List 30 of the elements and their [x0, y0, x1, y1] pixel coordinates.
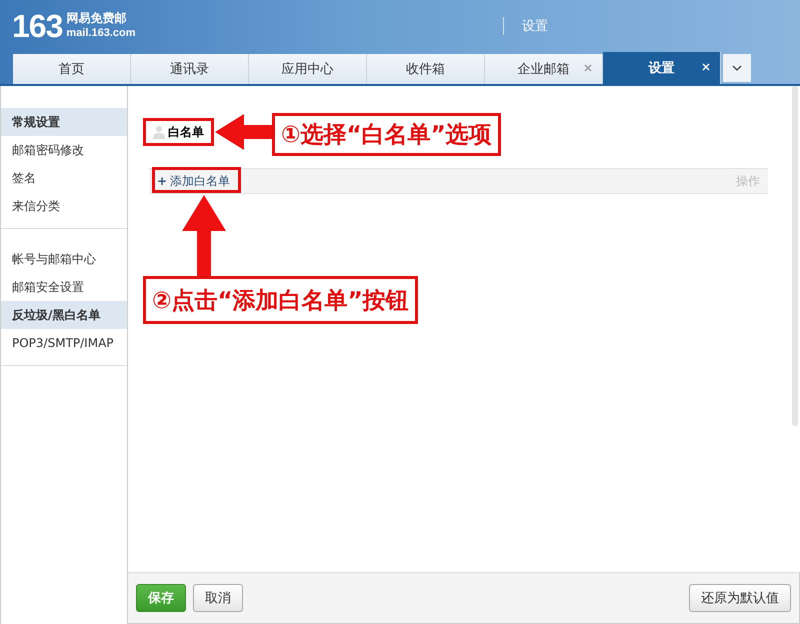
page-title: 设置 — [503, 17, 548, 35]
tab[interactable]: 首页 — [13, 54, 131, 84]
button[interactable]: 还原为默认值 — [689, 584, 791, 612]
domain-text: mail.163.com — [66, 26, 136, 41]
logo: 163 — [12, 8, 62, 44]
person-icon — [153, 125, 165, 139]
highlight-frame — [143, 118, 214, 146]
button[interactable]: 取消 — [193, 584, 243, 612]
sidebar-item[interactable]: 反垃圾/黑白名单 — [1, 301, 127, 329]
tab[interactable]: 设置 — [603, 52, 721, 84]
tab[interactable]: 企业邮箱 — [485, 54, 603, 84]
arrow — [215, 114, 272, 150]
tab[interactable]: 应用中心 — [249, 54, 367, 84]
caret-icon — [732, 65, 742, 71]
sidebar-item[interactable]: 常规设置 — [1, 108, 127, 136]
dropdown-button[interactable] — [723, 54, 751, 82]
tab[interactable]: 通讯录 — [131, 54, 249, 84]
sidebar-item[interactable]: POP3/SMTP/IMAP — [1, 329, 127, 357]
tab[interactable]: 收件箱 — [367, 54, 485, 84]
annotation-label: ①选择“白名单”选项 — [272, 113, 501, 156]
annotation-label: ②点击“添加白名单”按钮 — [143, 276, 418, 324]
add-whitelist-link[interactable]: + 添加白名单 — [157, 172, 230, 190]
sidebar-item[interactable]: 签名 — [1, 164, 127, 192]
sidebar-item[interactable]: 邮箱安全设置 — [1, 273, 127, 301]
whitelist-tab[interactable]: 白名单 — [153, 122, 204, 142]
sidebar-item[interactable]: 邮箱密码修改 — [1, 136, 127, 164]
brand-name: 网易免费邮 — [66, 11, 128, 26]
sidebar-item[interactable]: 帐号与邮箱中心 — [1, 245, 127, 273]
sidebar-item[interactable]: 来信分类 — [1, 192, 127, 220]
column-header: 操作 — [736, 172, 760, 190]
